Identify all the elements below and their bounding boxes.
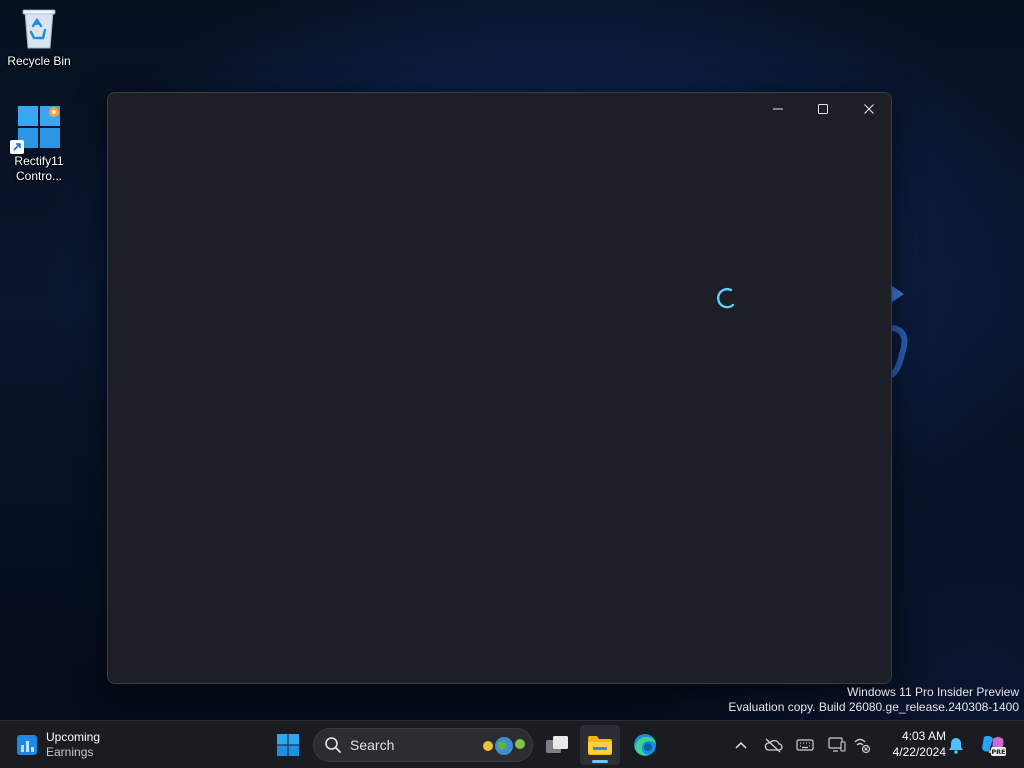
search-label: Search: [350, 737, 395, 753]
clock-time: 4:03 AM: [901, 729, 946, 743]
search-icon: [325, 737, 341, 753]
loading-spinner-icon: [717, 287, 735, 309]
watermark-line-2: Evaluation copy. Build 26080.ge_release.…: [728, 700, 1019, 714]
widget-title: Upcoming: [46, 730, 101, 744]
maximize-button[interactable]: [800, 95, 846, 123]
onedrive-tray-button[interactable]: [761, 733, 785, 757]
clock-date: 4/22/2024: [892, 745, 946, 759]
cloud-off-icon: [764, 738, 783, 753]
bell-icon: [949, 738, 963, 754]
copilot-pre-badge: PRE: [991, 748, 1005, 756]
input-indicator-button[interactable]: [793, 733, 817, 757]
taskbar-clock[interactable]: 4:03 AM 4/22/2024: [880, 728, 946, 760]
copilot-icon: PRE: [982, 735, 1006, 756]
edge-button[interactable]: [625, 725, 665, 765]
taskbar-search-box[interactable]: Search: [313, 728, 533, 762]
start-icon: [277, 734, 299, 756]
close-icon: [864, 104, 874, 114]
wallpaper-bloom-fragment: [888, 286, 908, 379]
network-off-icon: [854, 738, 871, 754]
keyboard-icon: [796, 739, 814, 751]
active-app-indicator: [592, 760, 608, 763]
minimize-icon: [773, 108, 783, 110]
start-button[interactable]: [268, 725, 308, 765]
file-explorer-icon: [588, 736, 612, 755]
close-button[interactable]: [846, 95, 892, 123]
watermark-line-1: Windows 11 Pro Insider Preview: [847, 685, 1019, 699]
display-icon: [828, 737, 846, 752]
stock-chart-icon: [17, 735, 37, 755]
widgets-button[interactable]: Upcoming Earnings: [16, 727, 100, 763]
show-hidden-icons-button[interactable]: [729, 733, 753, 757]
recycle-bin-label: Recycle Bin: [7, 54, 71, 68]
notifications-button[interactable]: [944, 733, 968, 757]
rectify11-label: Rectify11 Contro...: [14, 154, 64, 183]
task-view-icon: [546, 736, 568, 753]
display-tray-button[interactable]: [825, 733, 849, 757]
search-highlight-earth-icon: [483, 737, 525, 755]
recycle-bin-icon: [22, 9, 56, 49]
maximize-icon: [818, 104, 828, 114]
chevron-up-icon: [735, 741, 747, 749]
network-tray-button[interactable]: [850, 733, 874, 757]
widget-subtitle: Earnings: [46, 745, 94, 759]
taskbar: Upcoming Earnings Search 4:03 AM 4/22/20…: [0, 720, 1024, 768]
rectify11-icon: [10, 104, 62, 154]
copilot-button[interactable]: PRE: [979, 733, 1007, 757]
desktop-icon-rectify11[interactable]: Rectify11 Contro...: [1, 104, 77, 184]
desktop-icon-recycle-bin[interactable]: Recycle Bin: [1, 6, 77, 69]
app-window[interactable]: [107, 92, 892, 684]
minimize-button[interactable]: [755, 95, 801, 123]
file-explorer-button[interactable]: [580, 725, 620, 765]
task-view-button[interactable]: [537, 725, 577, 765]
evaluation-watermark: Windows 11 Pro Insider Preview Evaluatio…: [728, 685, 1019, 715]
shortcut-arrow-icon: [10, 140, 24, 154]
edge-icon: [634, 734, 656, 756]
